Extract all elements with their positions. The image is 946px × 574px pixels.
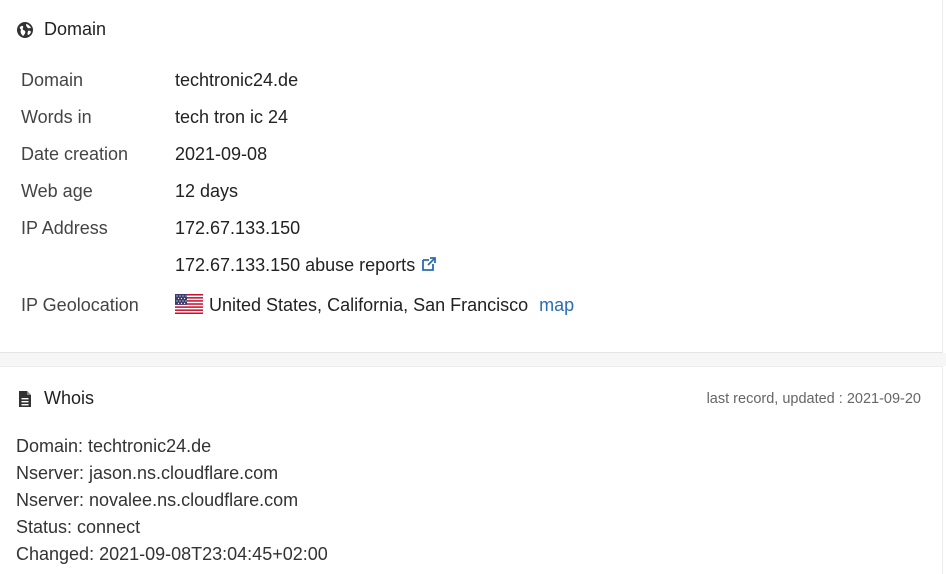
label-ip-address: IP Address — [21, 218, 108, 238]
domain-section-header: Domain — [16, 19, 106, 40]
label-ip-geolocation: IP Geolocation — [21, 294, 139, 315]
whois-line: Nserver: novalee.ns.cloudflare.com — [16, 490, 299, 510]
value-words-in: tech tron ic 24 — [175, 107, 289, 127]
map-link[interactable]: map — [539, 295, 574, 316]
row-date-creation: Date creation 2021-09-08 — [21, 144, 267, 165]
abuse-reports-text: 172.67.133.150 abuse reports — [175, 255, 416, 275]
whois-section-header: Whois — [16, 388, 94, 409]
whois-line: Domain: techtronic24.de — [16, 436, 212, 456]
domain-section-title: Domain — [44, 19, 107, 39]
label-domain: Domain — [21, 70, 84, 90]
whois-card: Whois last record, updated : 2021-09-20 … — [0, 366, 943, 574]
globe-icon — [17, 21, 33, 38]
ip-address-link[interactable]: 172.67.133.150 — [175, 218, 300, 239]
label-date-creation: Date creation — [21, 144, 129, 164]
label-web-age: Web age — [21, 181, 93, 201]
whois-line: Status: connect — [16, 517, 141, 537]
document-icon — [19, 390, 31, 407]
us-flag-icon — [175, 294, 203, 314]
abuse-reports-link[interactable]: 172.67.133.150 abuse reports — [175, 255, 437, 276]
whois-updated-label: last record, updated : 2021-09-20 — [706, 391, 921, 407]
value-ip-geolocation: United States, California, San Francisco — [175, 294, 528, 316]
geolocation-text: United States, California, San Francisco — [209, 295, 529, 315]
domain-card: Domain Domain techtronic24.de Words in t… — [0, 0, 943, 353]
row-words-in: Words in tech tron ic 24 — [21, 107, 288, 128]
label-words-in: Words in — [21, 107, 92, 127]
value-domain: techtronic24.de — [175, 70, 299, 90]
value-date-creation: 2021-09-08 — [175, 144, 268, 164]
whois-line: Changed: 2021-09-08T23:04:45+02:00 — [16, 544, 328, 564]
whois-section-title: Whois — [44, 388, 95, 408]
whois-line: Nserver: jason.ns.cloudflare.com — [16, 463, 279, 483]
external-link-icon — [422, 257, 437, 271]
row-web-age: Web age 12 days — [21, 181, 238, 202]
row-ip-address: IP Address 172.67.133.150 — [21, 218, 300, 239]
section-gap — [0, 353, 946, 366]
value-web-age: 12 days — [175, 181, 239, 201]
row-domain: Domain techtronic24.de — [21, 70, 298, 91]
row-ip-geolocation: IP Geolocation United States, California… — [21, 294, 574, 316]
whois-record: Domain: techtronic24.de Nserver: jason.n… — [16, 433, 328, 568]
row-abuse-reports: 172.67.133.150 abuse reports — [21, 255, 437, 276]
